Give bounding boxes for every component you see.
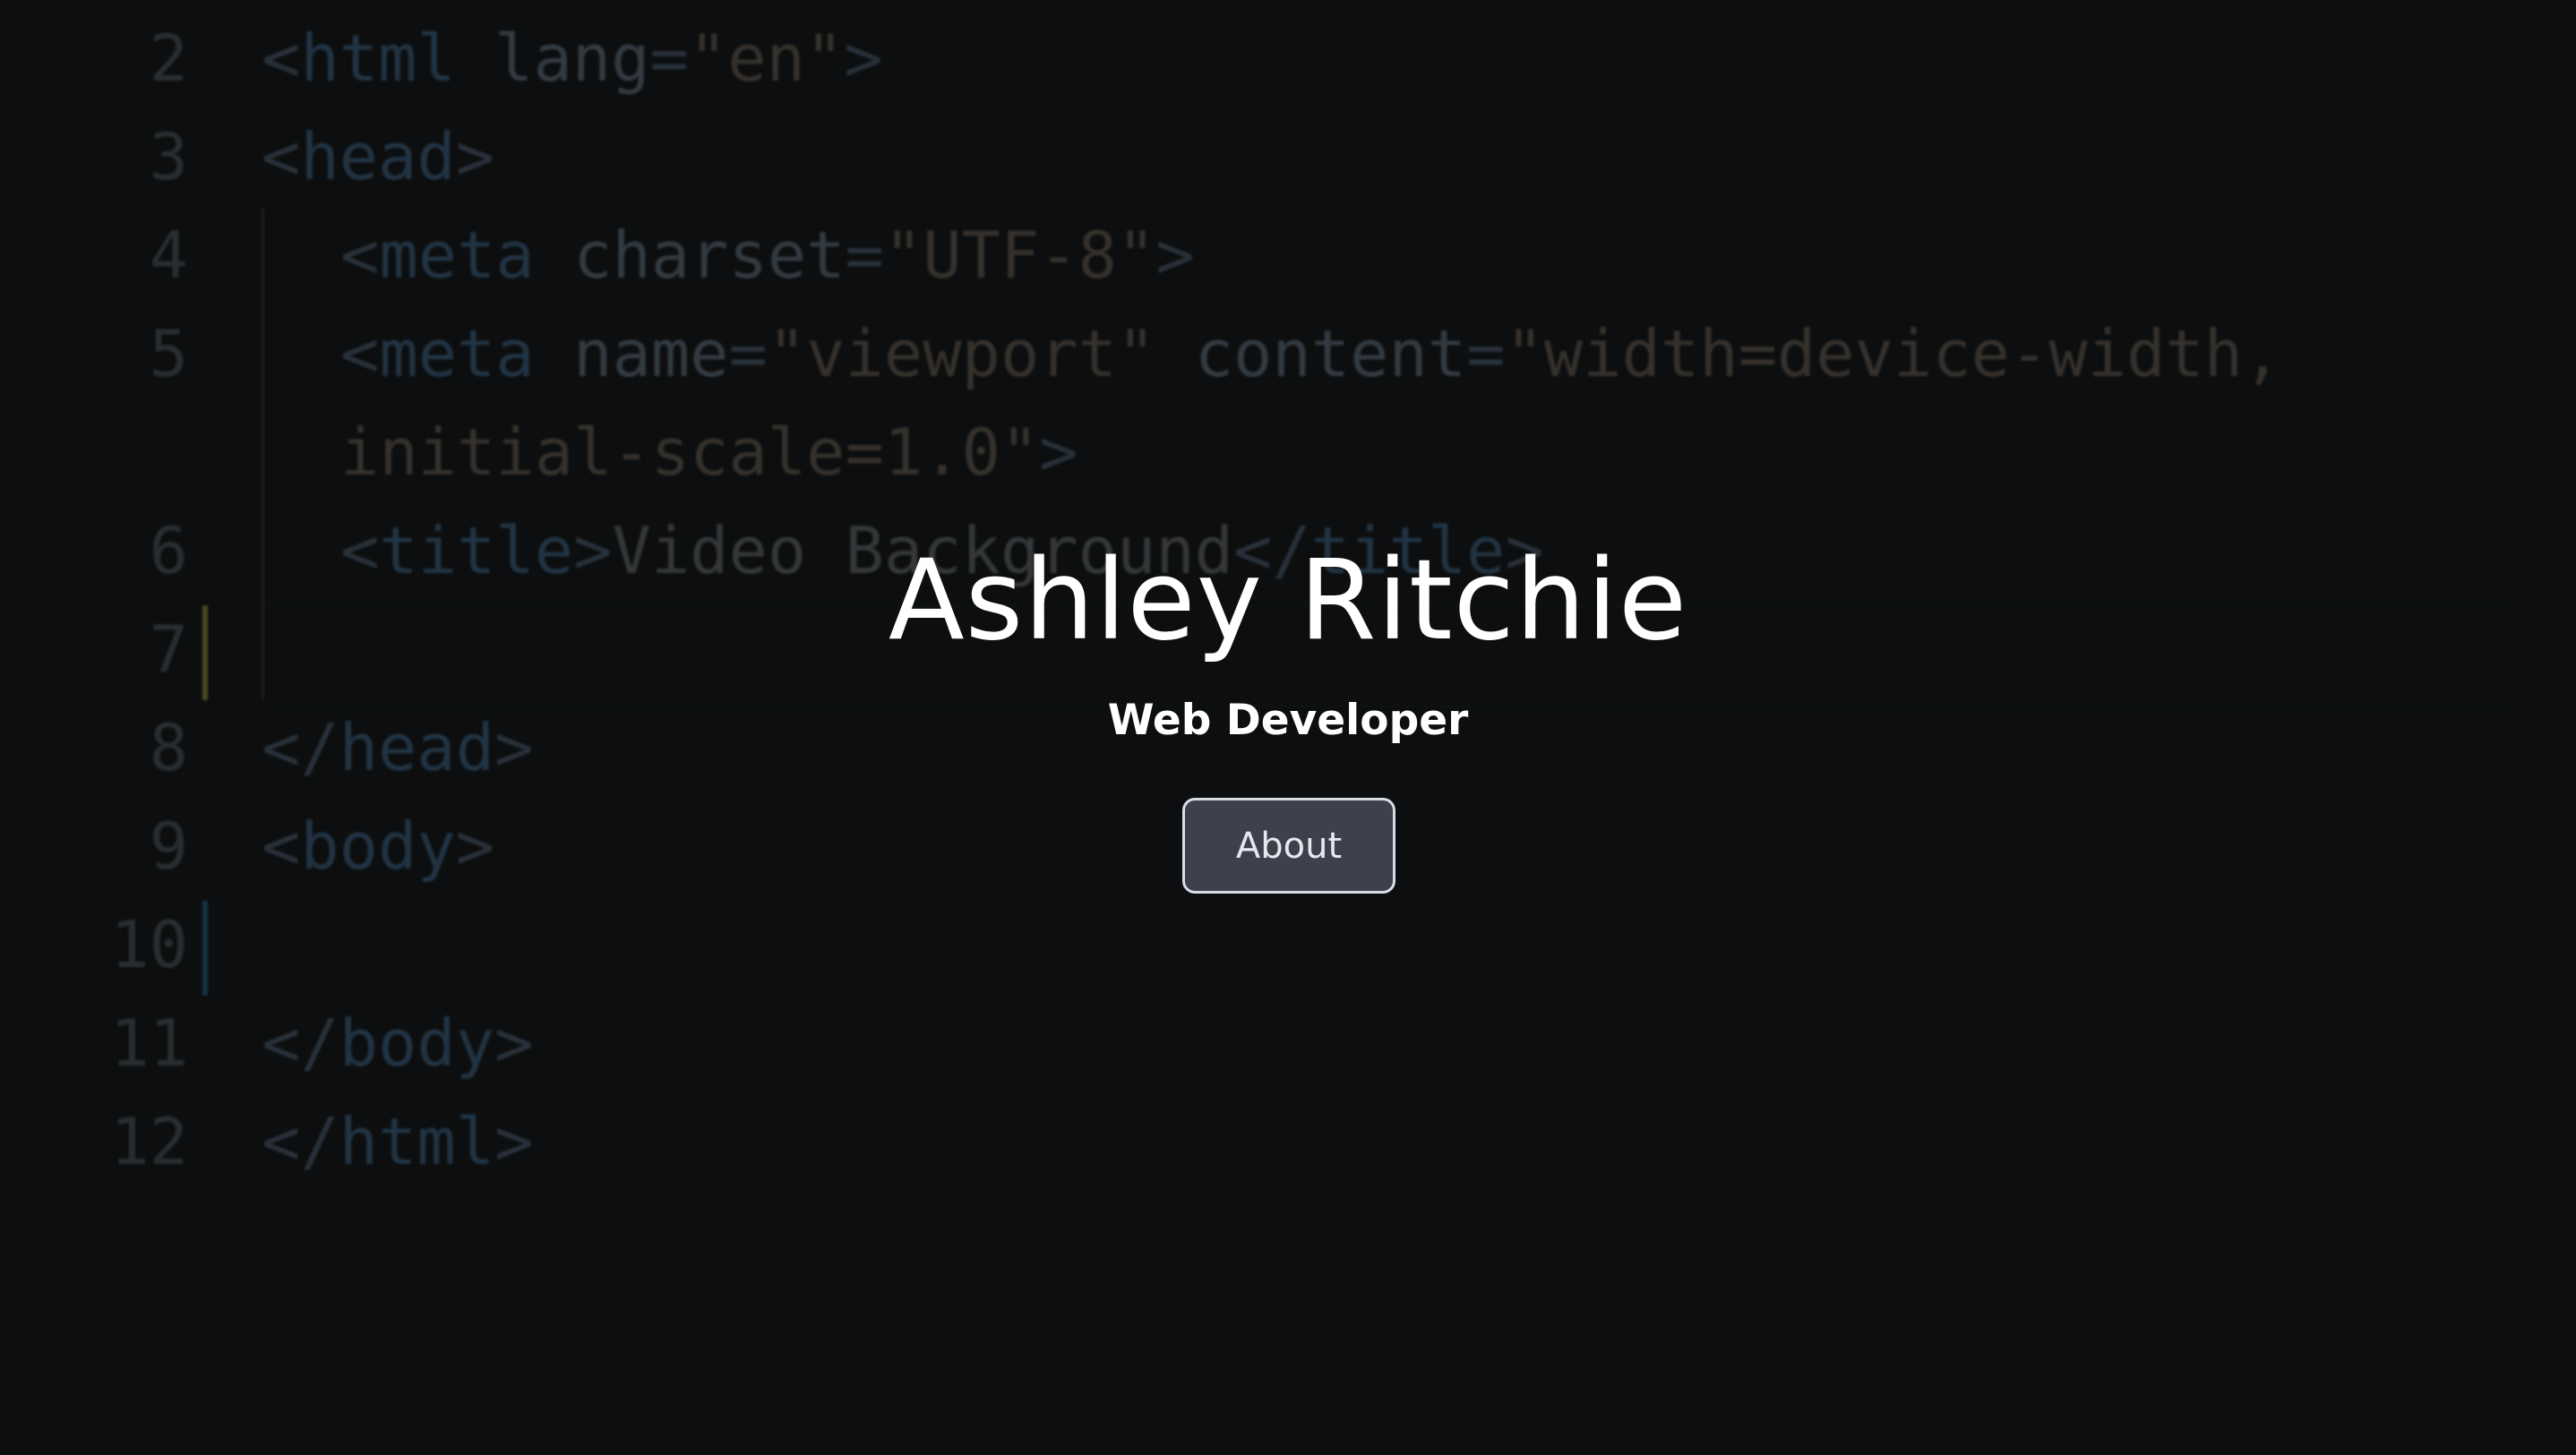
- hero-section: Ashley Ritchie Web Developer About: [0, 0, 2576, 1455]
- video-background-page: 2 <html lang="en"> 3 <head> 4 <meta charset="…: [0, 0, 2576, 1455]
- about-button[interactable]: About: [1182, 798, 1395, 894]
- hero-name: Ashley Ritchie: [888, 536, 1688, 665]
- hero-role: Web Developer: [1107, 696, 1469, 745]
